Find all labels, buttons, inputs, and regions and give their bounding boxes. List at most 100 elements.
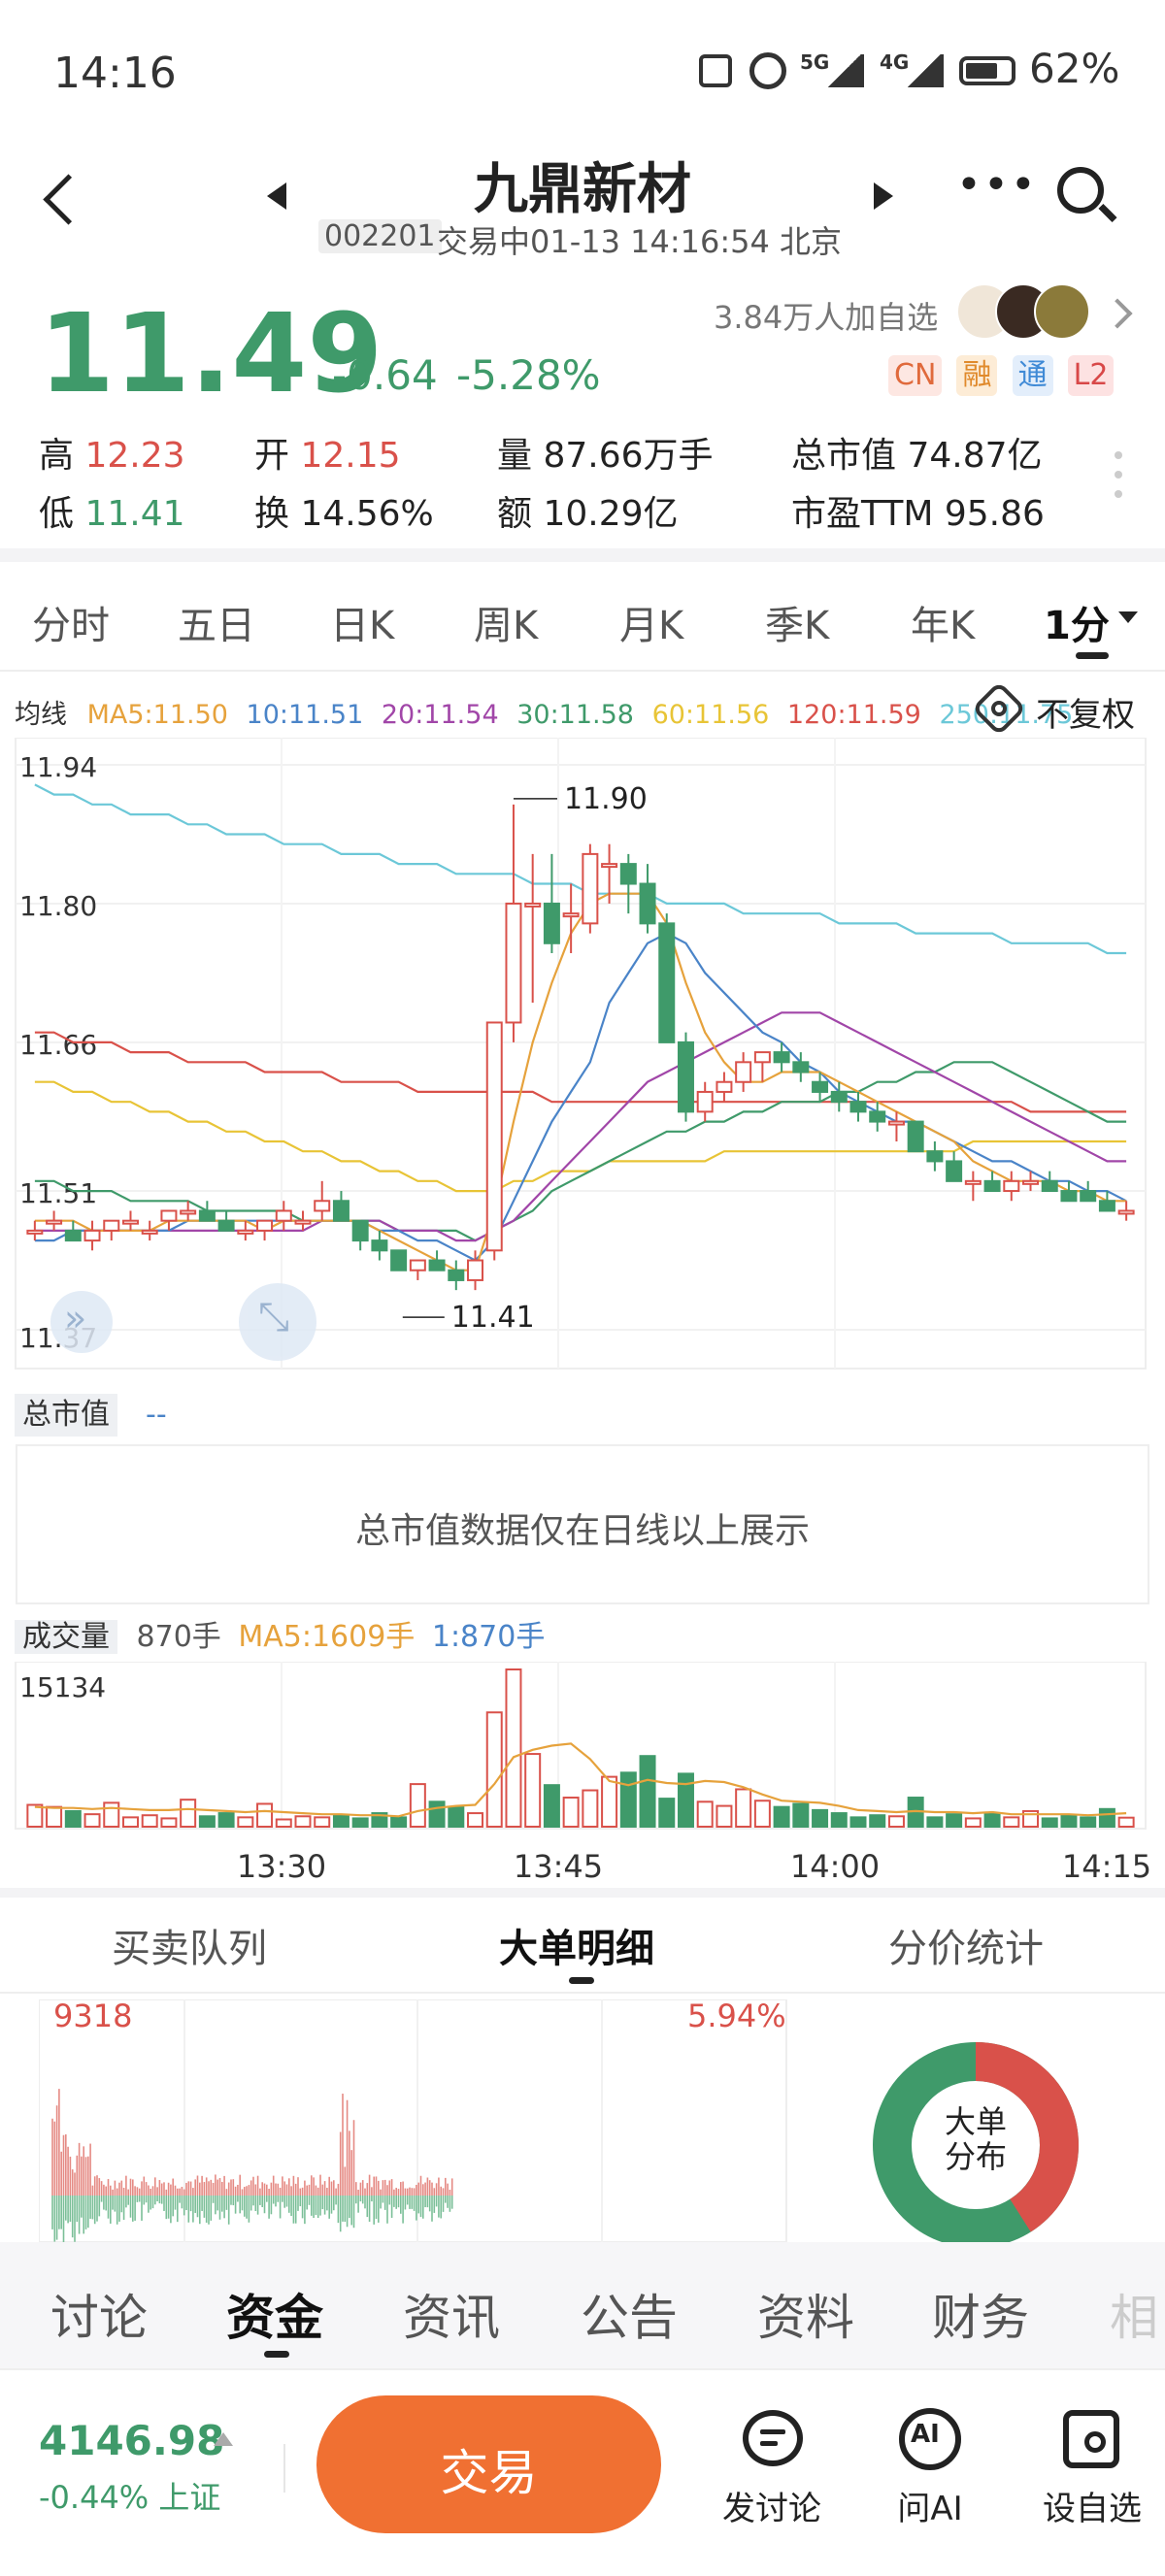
volume-chart[interactable]: 15134 13:30 13:45 14:00 14:15	[0, 1662, 1165, 1895]
volume-bar	[64, 1809, 82, 1828]
more-button[interactable]: •••	[956, 160, 1036, 210]
candle-body	[351, 1219, 369, 1242]
trade-button[interactable]: 交易	[316, 2395, 661, 2533]
volume-bar	[735, 1788, 752, 1828]
next-stock-button[interactable]	[874, 182, 893, 210]
badge-margin[interactable]: 融	[956, 355, 998, 396]
prev-stock-button[interactable]	[267, 182, 286, 210]
section-rule	[0, 670, 1165, 672]
tab-news[interactable]: 资讯	[403, 2279, 500, 2349]
candle-body	[1022, 1179, 1040, 1185]
tab-big-orders[interactable]: 大单明细	[499, 1917, 654, 1973]
volume-bar	[314, 1816, 331, 1828]
ma-item: MA5:11.50	[86, 700, 228, 730]
comment-bubble-icon	[743, 2410, 803, 2466]
volume-bar	[103, 1801, 120, 1829]
tab-order-queue[interactable]: 买卖队列	[112, 1917, 267, 1973]
volume-bar	[830, 1812, 848, 1829]
candle-body	[1060, 1190, 1078, 1203]
candle-body	[696, 1090, 714, 1113]
volume-bar	[639, 1755, 656, 1828]
candle-body	[448, 1269, 465, 1281]
stat-amount: 10.29亿	[543, 494, 679, 534]
adjust-toggle[interactable]: 不复权	[971, 680, 1150, 737]
candle-body	[887, 1120, 905, 1126]
ma-item: 30:11.58	[516, 700, 634, 730]
tab-price-stats[interactable]: 分价统计	[888, 1917, 1044, 1973]
candle-body	[907, 1120, 924, 1153]
expand-chart-button[interactable]: ⤡	[239, 1283, 316, 1361]
battery-icon	[959, 56, 1015, 85]
back-arrow-icon	[43, 174, 94, 225]
section-divider	[0, 1888, 1165, 1898]
volume-bar	[926, 1816, 944, 1828]
stat-label: 换	[254, 494, 290, 534]
volume-bar	[849, 1816, 867, 1828]
candle-body	[849, 1101, 867, 1113]
volume-legend: 成交量 870手 MA5:1609手 1:870手	[15, 1616, 545, 1659]
stat-volume: 87.66万手	[543, 436, 714, 476]
volume-bar	[1117, 1816, 1135, 1828]
expand-stats-handle[interactable]	[1115, 451, 1124, 505]
candle-body	[601, 863, 618, 869]
volume-ma5-line	[34, 1742, 1127, 1818]
add-watchlist-button[interactable]: 设自选	[1024, 2402, 1160, 2538]
candle-body	[467, 1259, 484, 1281]
volume-max-label: 15134	[19, 1671, 106, 1703]
ma-line-ma10	[34, 932, 1127, 1262]
back-button[interactable]	[39, 170, 94, 228]
tab-financials[interactable]: 财务	[932, 2279, 1029, 2349]
tab-quarterly-k[interactable]: 季K	[765, 594, 829, 650]
candle-body	[505, 902, 522, 1024]
watchers-count[interactable]: 3.84万人加自选	[714, 293, 938, 338]
nfc-icon	[699, 54, 732, 87]
candle-body	[409, 1259, 426, 1271]
index-widget[interactable]: 4146.98 -0.44% 上证	[39, 2417, 282, 2524]
scroll-left-button[interactable]: »	[50, 1291, 113, 1353]
badge-connect[interactable]: 通	[1012, 355, 1053, 396]
stat-turnover: 14.56%	[300, 494, 434, 534]
volume-bar	[1098, 1807, 1115, 1829]
volume-ma1: 1:870手	[431, 1620, 546, 1654]
tab-profile[interactable]: 资料	[757, 2279, 854, 2349]
search-button[interactable]	[1053, 163, 1121, 231]
stat-high: 12.23	[84, 436, 185, 476]
badge-cn[interactable]: CN	[888, 355, 943, 396]
candle-body	[256, 1219, 274, 1232]
tab-monthly-k[interactable]: 月K	[619, 594, 683, 650]
candle-body	[1041, 1179, 1058, 1193]
volume-bar	[351, 1817, 369, 1828]
tab-weekly-k[interactable]: 周K	[474, 594, 538, 650]
chevron-right-icon[interactable]	[1102, 298, 1133, 329]
candle-body	[543, 902, 560, 944]
tab-discussion[interactable]: 讨论	[50, 2279, 148, 2349]
volume-bar	[812, 1808, 829, 1828]
tab-1min[interactable]: 1分	[1044, 594, 1110, 650]
candle-body	[83, 1229, 101, 1242]
stat-label: 低	[39, 494, 75, 534]
tab-daily-k[interactable]: 日K	[330, 594, 394, 650]
time-tick-label: 13:30	[237, 1848, 326, 1885]
volume-bar	[485, 1711, 503, 1828]
tab-more-related[interactable]: 相	[1110, 2279, 1158, 2349]
candlestick-chart[interactable]: 11.9411.8011.6611.5111.3711.9011.41	[0, 738, 1165, 1388]
tab-yearly-k[interactable]: 年K	[911, 594, 975, 650]
tab-five-day[interactable]: 五日	[178, 594, 255, 650]
candle-body	[735, 1061, 752, 1083]
tab-announcements[interactable]: 公告	[581, 2279, 678, 2349]
ask-ai-button[interactable]: AI 问AI	[862, 2402, 998, 2538]
market-cap-label: 总市值	[15, 1394, 117, 1437]
tab-intraday[interactable]: 分时	[32, 594, 110, 650]
signal-icon-2	[905, 54, 944, 87]
candle-body	[1098, 1200, 1115, 1212]
big-order-chart[interactable]	[39, 1999, 796, 2242]
badge-l2[interactable]: L2	[1067, 355, 1115, 396]
discuss-button[interactable]: 发讨论	[704, 2402, 840, 2538]
volume-bar	[332, 1814, 350, 1829]
page-title: 九鼎新材	[474, 158, 691, 221]
double-chevron-icon: »	[64, 1297, 87, 1339]
discuss-label: 发讨论	[722, 2490, 821, 2528]
stat-low: 11.41	[84, 494, 185, 534]
watcher-avatars[interactable]	[956, 283, 1092, 340]
tab-funds[interactable]: 资金	[226, 2279, 323, 2349]
